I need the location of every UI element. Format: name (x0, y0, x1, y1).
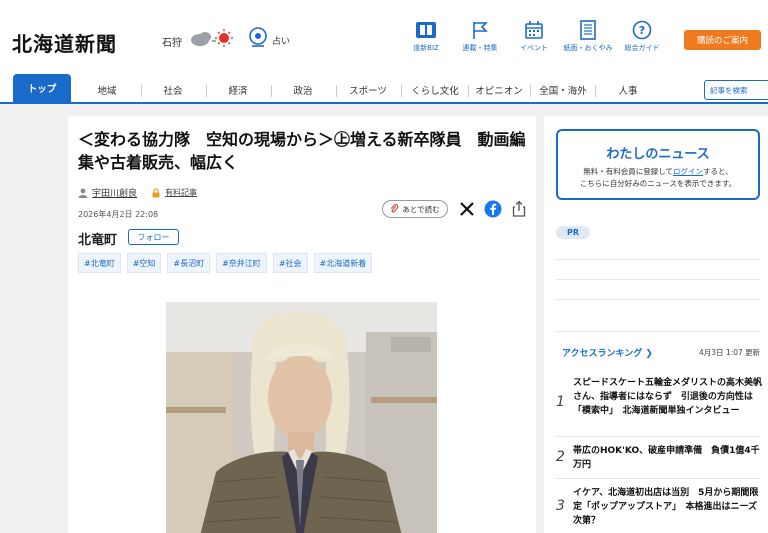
newspaper-icon (580, 20, 596, 40)
nav-divider (336, 85, 337, 97)
nav-divider (401, 85, 402, 97)
divider (556, 478, 760, 479)
divider (556, 259, 760, 260)
tag-link[interactable]: #社会 (272, 253, 308, 273)
divider (556, 331, 760, 332)
calendar-icon (525, 21, 543, 39)
my-news-text: すると、 (703, 167, 733, 176)
pr-badge: PR (556, 226, 590, 239)
nav-label: 道新BIZ (413, 44, 439, 52)
nav-label: イベント (520, 44, 548, 52)
tag-link[interactable]: #空知 (126, 253, 162, 273)
nav-divider (468, 85, 469, 97)
fortune-label: 占い (272, 37, 291, 47)
article-card: ＜変わる協力隊 空知の現場から＞㊤増える新卒隊員 動画編集や古着販売、幅広く 宇… (68, 116, 536, 533)
tab-region[interactable]: 地域 (78, 78, 136, 102)
nav-doshin-biz[interactable]: 道新BIZ (397, 20, 455, 60)
my-news-title: わたしのニュース (606, 147, 710, 162)
tab-opinion[interactable]: オピニオン (471, 78, 527, 102)
doshin-biz-icon (416, 22, 436, 38)
divider (556, 279, 760, 280)
x-share-icon[interactable] (458, 200, 476, 218)
nav-label: 総合ガイド (624, 44, 660, 52)
nav-paper[interactable]: 紙面・おくやみ (559, 20, 617, 60)
paid-article-link[interactable]: 有料記事 (165, 187, 197, 198)
place-name: 北竜町 (78, 233, 118, 248)
read-later-label: あとで読む (402, 204, 440, 214)
ranking-item[interactable]: 2 帯広のHOK'KO、破産申請準備 負債1億4千万円 (556, 444, 766, 474)
ranking-number: 3 (556, 498, 565, 514)
paperclip-icon (391, 204, 399, 213)
my-news-description: 無料・有料会員に登録してログインすると、 こちらに自分好みのニュースを表示できま… (558, 166, 758, 190)
site-header: 北海道新聞 石狩 占い 道新BIZ 連載・特集 イベント 紙面・おくやみ ? 総… (0, 0, 768, 78)
article-photo[interactable] (166, 302, 437, 533)
facebook-share-icon[interactable] (484, 200, 502, 218)
ranking-number: 2 (556, 449, 565, 465)
nav-series[interactable]: 連載・特集 (451, 20, 509, 60)
nav-events[interactable]: イベント (505, 20, 563, 60)
tag-list: #北竜町 #空知 #長沼町 #奈井江町 #社会 #北海道新着 (78, 253, 373, 273)
subscribe-button[interactable]: 購読のご案内 (684, 30, 761, 50)
chevron-right-icon: ❯ (645, 349, 653, 359)
fortune-link[interactable]: 占い (248, 26, 294, 48)
fortune-icon (249, 27, 267, 47)
tab-top[interactable]: トップ (13, 74, 71, 102)
login-link[interactable]: ログイン (673, 167, 703, 176)
weather-city[interactable]: 石狩 (162, 34, 182, 49)
ranking-updated: 4月3日 1:07 更新 (699, 348, 761, 357)
site-logo[interactable]: 北海道新聞 (12, 28, 117, 57)
main-nav: トップ 地域 社会 経済 政治 スポーツ くらし文化 オピニオン 全国・海外 人… (0, 74, 768, 104)
ranking-headline: イケア、北海道初出店は当別 5月から期間限定「ポップアップストア」 本格進出はニ… (573, 488, 759, 526)
sidebar: わたしのニュース 無料・有料会員に登録してログインすると、 こちらに自分好みのニ… (544, 116, 768, 533)
tag-link[interactable]: #北海道新着 (313, 253, 373, 273)
tag-link[interactable]: #長沼町 (167, 253, 211, 273)
ranking-title-link[interactable]: アクセスランキング ❯ (562, 346, 653, 359)
share-icon[interactable] (510, 200, 528, 218)
author-link[interactable]: 宇田川創良 (92, 186, 137, 199)
ranking-title: アクセスランキング (562, 349, 643, 359)
read-later-button[interactable]: あとで読む (382, 200, 448, 218)
nav-divider (271, 85, 272, 97)
article-search-button[interactable]: 記事を検索 (704, 80, 768, 100)
my-news-text: こちらに自分好みのニュースを表示できます。 (579, 179, 737, 188)
nav-guide[interactable]: ? 総合ガイド (613, 20, 671, 60)
flag-icon (473, 22, 488, 39)
tab-society[interactable]: 社会 (145, 78, 201, 102)
divider (556, 436, 760, 437)
nav-divider (206, 85, 207, 97)
tab-national[interactable]: 全国・海外 (534, 78, 592, 102)
help-icon: ? (632, 20, 652, 40)
ranking-number: 1 (556, 394, 565, 410)
byline: 宇田川創良 有料記事 (78, 186, 197, 199)
nav-label: 連載・特集 (462, 44, 498, 52)
nav-label: 紙面・おくやみ (563, 44, 613, 52)
ranking-item[interactable]: 1 スピードスケート五輪金メダリストの高木美帆さん、指導者にはならず 引退後の方… (556, 376, 766, 432)
user-icon (78, 188, 88, 198)
lock-icon (152, 187, 160, 197)
nav-divider (141, 85, 142, 97)
nav-divider (595, 85, 596, 97)
tab-personnel[interactable]: 人事 (600, 78, 656, 102)
svg-text:?: ? (639, 24, 645, 37)
ranking-headline: 帯広のHOK'KO、破産申請準備 負債1億4千万円 (573, 446, 760, 470)
my-news-text: 無料・有料会員に登録して (583, 167, 674, 176)
divider (556, 299, 760, 300)
my-news-box: わたしのニュース 無料・有料会員に登録してログインすると、 こちらに自分好みのニ… (556, 129, 760, 200)
publish-date: 2026年4月2日 22:08 (78, 210, 159, 219)
tag-link[interactable]: #北竜町 (78, 253, 121, 273)
tab-politics[interactable]: 政治 (275, 78, 331, 102)
weather-cloud-sun-icon[interactable] (190, 28, 236, 48)
follow-button[interactable]: フォロー (128, 229, 179, 245)
tag-link[interactable]: #奈井江町 (216, 253, 267, 273)
ranking-headline: スピードスケート五輪金メダリストの高木美帆さん、指導者にはならず 引退後の方向性… (573, 378, 763, 416)
tab-economy[interactable]: 経済 (210, 78, 266, 102)
tab-culture[interactable]: くらし文化 (404, 78, 466, 102)
article-title: ＜変わる協力隊 空知の現場から＞㊤増える新卒隊員 動画編集や古着販売、幅広く (78, 130, 526, 172)
ranking-item[interactable]: 3 イケア、北海道初出店は当別 5月から期間限定「ポップアップストア」 本格進出… (556, 486, 766, 532)
tab-sports[interactable]: スポーツ (340, 78, 396, 102)
nav-divider (530, 85, 531, 97)
